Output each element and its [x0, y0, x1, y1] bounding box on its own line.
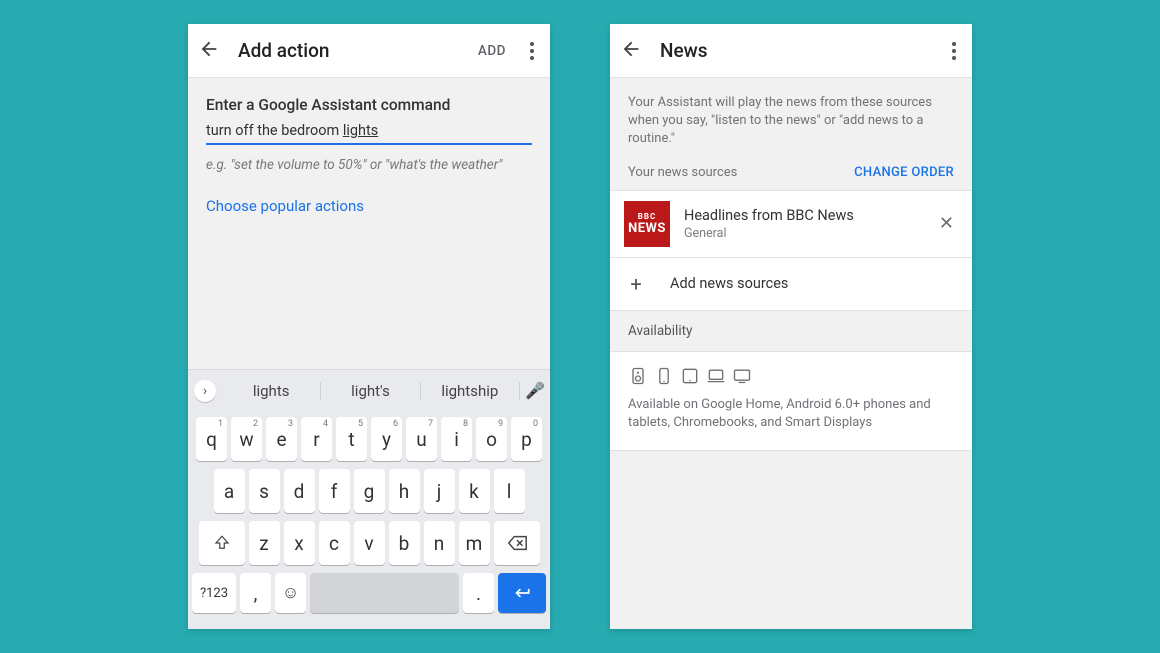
key-k[interactable]: k	[459, 469, 490, 513]
appbar: News	[610, 24, 972, 78]
command-input[interactable]: turn off the bedroom lights	[206, 122, 532, 145]
tablet-icon	[680, 366, 700, 386]
key-h[interactable]: h	[389, 469, 420, 513]
overflow-menu-icon[interactable]	[946, 36, 962, 66]
key-row-3: zxcvbnm	[192, 521, 546, 565]
suggestion-bar: › lights light's lightship 🎤	[188, 369, 550, 411]
key-d[interactable]: d	[284, 469, 315, 513]
period-key[interactable]: .	[463, 573, 494, 613]
key-x[interactable]: x	[284, 521, 315, 565]
source-category: General	[684, 226, 921, 241]
bbc-logo-top: BBC	[638, 212, 656, 221]
command-underlined: lights	[343, 122, 378, 139]
change-order-button[interactable]: CHANGE ORDER	[854, 165, 954, 180]
switch-key[interactable]: ?123	[192, 573, 236, 613]
back-arrow-icon[interactable]	[198, 38, 220, 64]
sources-label: Your news sources	[628, 165, 737, 180]
key-r[interactable]: r4	[301, 417, 332, 461]
source-text: Headlines from BBC News General	[684, 207, 921, 241]
add-action-body: Enter a Google Assistant command turn of…	[188, 78, 550, 369]
backspace-key[interactable]	[494, 521, 540, 565]
back-arrow-icon[interactable]	[620, 38, 642, 64]
popular-actions-link[interactable]: Choose popular actions	[206, 197, 532, 215]
availability-section: Available on Google Home, Android 6.0+ p…	[610, 352, 972, 451]
overflow-menu-icon[interactable]	[524, 36, 540, 66]
emoji-key[interactable]: ☺	[275, 573, 306, 613]
key-a[interactable]: a	[214, 469, 245, 513]
key-n[interactable]: n	[424, 521, 455, 565]
appbar: Add action ADD	[188, 24, 550, 78]
key-row-bottom: ?123 , ☺ .	[192, 573, 546, 613]
news-source-item[interactable]: BBC NEWS Headlines from BBC News General…	[610, 190, 972, 258]
device-icons	[628, 366, 954, 386]
laptop-icon	[706, 366, 726, 386]
availability-label: Availability	[610, 311, 972, 352]
space-key[interactable]	[310, 573, 459, 613]
news-description: Your Assistant will play the news from t…	[610, 78, 972, 161]
display-icon	[732, 366, 752, 386]
news-settings-screen: News Your Assistant will play the news f…	[610, 24, 972, 629]
key-m[interactable]: m	[459, 521, 490, 565]
appbar-title: Add action	[238, 39, 460, 62]
speaker-icon	[628, 366, 648, 386]
key-i[interactable]: i8	[441, 417, 472, 461]
add-news-sources-button[interactable]: + Add news sources	[610, 258, 972, 311]
key-row-1: q1w2e3r4t5y6u7i8o9p0	[192, 417, 546, 461]
suggestion-1[interactable]: lights	[222, 382, 321, 400]
key-z[interactable]: z	[249, 521, 280, 565]
comma-key[interactable]: ,	[240, 573, 271, 613]
add-action-screen: Add action ADD Enter a Google Assistant …	[188, 24, 550, 629]
command-example: e.g. "set the volume to 50%" or "what's …	[206, 157, 532, 173]
key-f[interactable]: f	[319, 469, 350, 513]
key-v[interactable]: v	[354, 521, 385, 565]
remove-source-icon[interactable]: ✕	[935, 209, 958, 238]
phone-icon	[654, 366, 674, 386]
key-t[interactable]: t5	[336, 417, 367, 461]
sources-header: Your news sources CHANGE ORDER	[610, 161, 972, 190]
key-j[interactable]: j	[424, 469, 455, 513]
key-l[interactable]: l	[494, 469, 525, 513]
suggestion-2[interactable]: light's	[321, 382, 420, 400]
key-b[interactable]: b	[389, 521, 420, 565]
suggestion-3[interactable]: lightship	[421, 382, 520, 400]
key-g[interactable]: g	[354, 469, 385, 513]
expand-suggestions-icon[interactable]: ›	[188, 380, 222, 402]
news-body: Your Assistant will play the news from t…	[610, 78, 972, 629]
key-w[interactable]: w2	[231, 417, 262, 461]
mic-icon[interactable]: 🎤	[520, 381, 550, 400]
key-s[interactable]: s	[249, 469, 280, 513]
shift-key[interactable]	[199, 521, 245, 565]
add-button[interactable]: ADD	[478, 43, 506, 59]
key-c[interactable]: c	[319, 521, 350, 565]
key-p[interactable]: p0	[511, 417, 542, 461]
source-name: Headlines from BBC News	[684, 207, 921, 224]
availability-text: Available on Google Home, Android 6.0+ p…	[628, 396, 954, 432]
command-text: turn off the bedroom	[206, 122, 343, 139]
plus-icon: +	[624, 272, 648, 296]
key-q[interactable]: q1	[196, 417, 227, 461]
bbc-logo-bottom: NEWS	[628, 221, 666, 236]
key-u[interactable]: u7	[406, 417, 437, 461]
key-e[interactable]: e3	[266, 417, 297, 461]
enter-key[interactable]	[498, 573, 546, 613]
keyboard: q1w2e3r4t5y6u7i8o9p0 asdfghjkl zxcvbnm ?…	[188, 411, 550, 629]
key-y[interactable]: y6	[371, 417, 402, 461]
bbc-logo: BBC NEWS	[624, 201, 670, 247]
key-row-2: asdfghjkl	[192, 469, 546, 513]
appbar-title: News	[660, 39, 928, 62]
key-o[interactable]: o9	[476, 417, 507, 461]
command-heading: Enter a Google Assistant command	[206, 96, 532, 114]
add-sources-label: Add news sources	[670, 275, 788, 292]
